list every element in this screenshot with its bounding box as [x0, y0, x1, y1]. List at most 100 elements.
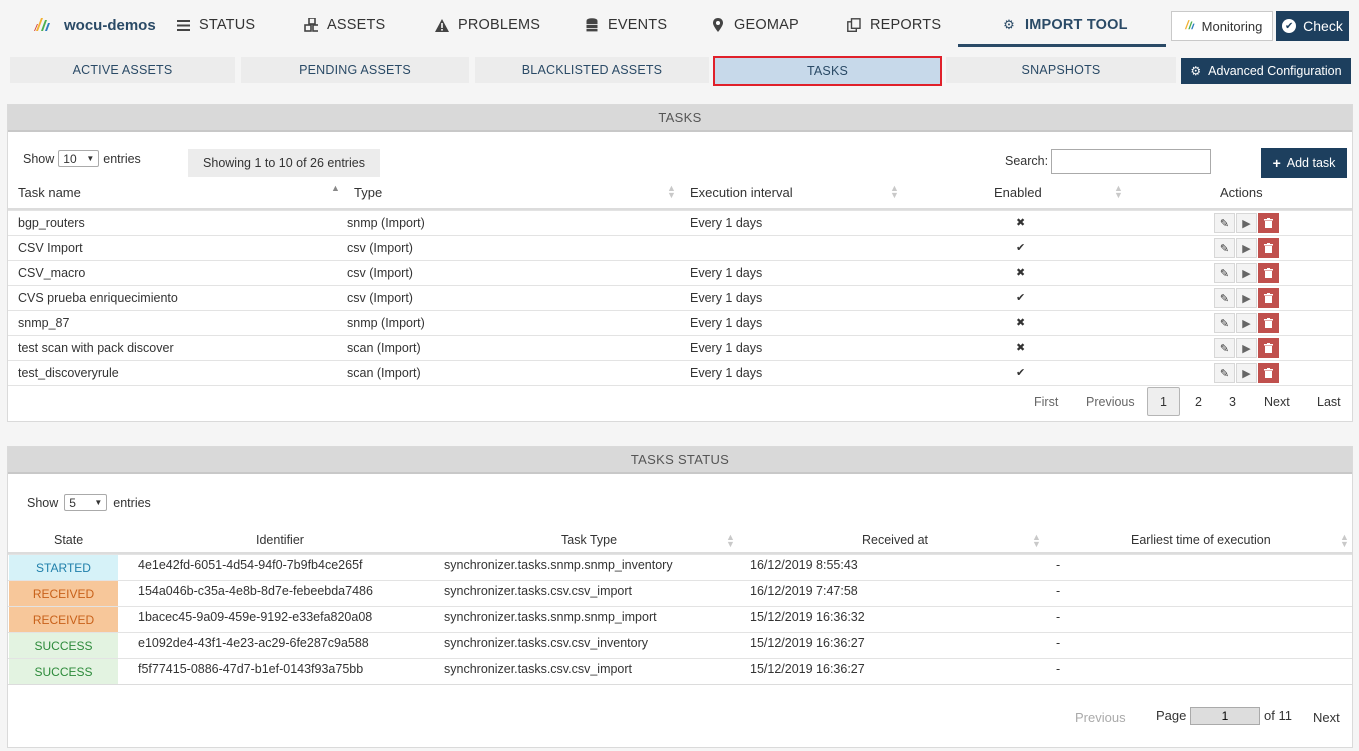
subtab-blacklisted-assets[interactable]: BLACKLISTED ASSETS: [475, 57, 709, 83]
task-identifier: f5f77415-0886-47d7-b1ef-0143f93a75bb: [138, 662, 364, 676]
tasks-panel: TASKS Show 10 ▼ entries Showing 1 to 10 o…: [7, 104, 1353, 422]
active-nav-indicator: [958, 44, 1166, 47]
trash-icon[interactable]: [1258, 288, 1279, 308]
play-icon[interactable]: ▶: [1236, 213, 1257, 233]
task-enabled-icon: ✖: [1016, 217, 1026, 229]
earliest-time: -: [1056, 584, 1061, 598]
task-type: synchronizer.tasks.csv.csv_inventory: [444, 636, 649, 650]
nav-geomap[interactable]: GEOMAP: [711, 14, 799, 36]
table-row: test scan with pack discover scan (Import…: [8, 335, 1352, 360]
wocu-logo-icon: [32, 15, 52, 35]
col-execution-interval[interactable]: Execution interval: [690, 185, 793, 200]
monitoring-logo-icon: [1182, 18, 1196, 35]
show-label: Show: [23, 151, 55, 166]
table-row: STARTED 4e1e42fd-6051-4d54-94f0-7b9fb4ce2…: [8, 554, 1352, 580]
play-icon[interactable]: ▶: [1236, 313, 1257, 333]
add-task-label: Add task: [1286, 156, 1336, 170]
status-entries-select[interactable]: 5 ▼: [64, 494, 108, 511]
nav-reports[interactable]: REPORTS: [847, 14, 941, 36]
edit-pencil-icon[interactable]: ✎: [1214, 288, 1235, 308]
page-count: of 11: [1264, 708, 1292, 723]
status-pagination-previous[interactable]: Previous: [1075, 710, 1126, 725]
pagination-last[interactable]: Last: [1317, 395, 1341, 409]
pagination-previous[interactable]: Previous: [1086, 395, 1135, 409]
edit-pencil-icon[interactable]: ✎: [1214, 263, 1235, 283]
nav-status-label: STATUS: [199, 17, 256, 33]
play-icon[interactable]: ▶: [1236, 363, 1257, 383]
table-bottom-divider: [8, 385, 1352, 386]
nav-assets-label: ASSETS: [327, 17, 386, 33]
received-at: 16/12/2019 7:47:58: [750, 584, 858, 598]
col-task-name[interactable]: Task name: [18, 185, 81, 200]
task-name: test scan with pack discover: [18, 341, 174, 355]
task-interval: Every 1 days: [690, 341, 763, 355]
status-pagination-next[interactable]: Next: [1313, 710, 1340, 725]
col-state[interactable]: State: [54, 533, 83, 547]
state-badge: SUCCESS: [9, 633, 118, 658]
sort-icon: ▲ ▼: [726, 532, 735, 549]
trash-icon[interactable]: [1258, 213, 1279, 233]
tasks-entries-value: 10: [63, 151, 77, 166]
col-enabled[interactable]: Enabled: [994, 185, 1042, 200]
monitoring-label: Monitoring: [1201, 18, 1263, 34]
subtab-pending-assets[interactable]: PENDING ASSETS: [241, 57, 469, 83]
earliest-time: -: [1056, 662, 1061, 676]
tasks-entries-select[interactable]: 10 ▼: [58, 150, 100, 167]
search-input[interactable]: [1051, 149, 1211, 174]
trash-icon[interactable]: [1258, 338, 1279, 358]
trash-icon[interactable]: [1258, 313, 1279, 333]
play-icon[interactable]: ▶: [1236, 263, 1257, 283]
col-earliest-time[interactable]: Earliest time of execution: [1131, 533, 1271, 547]
col-identifier[interactable]: Identifier: [256, 533, 304, 547]
gear-icon: ⚙: [1003, 17, 1015, 32]
add-task-button[interactable]: + Add task: [1261, 148, 1347, 178]
brand[interactable]: wocu-demos: [32, 12, 156, 38]
pagination-next[interactable]: Next: [1264, 395, 1290, 409]
edit-pencil-icon[interactable]: ✎: [1214, 363, 1235, 383]
edit-pencil-icon[interactable]: ✎: [1214, 213, 1235, 233]
task-interval: Every 1 days: [690, 291, 763, 305]
pagination-first[interactable]: First: [1034, 395, 1058, 409]
nav-assets[interactable]: ASSETS: [304, 14, 385, 36]
trash-icon[interactable]: [1258, 363, 1279, 383]
task-interval: Every 1 days: [690, 316, 763, 330]
pagination-page-1[interactable]: 1: [1147, 387, 1180, 416]
nav-status[interactable]: STATUS: [176, 14, 255, 36]
check-button[interactable]: ✔ Check: [1276, 11, 1349, 41]
check-circle-icon: ✔: [1282, 19, 1297, 33]
monitoring-button[interactable]: Monitoring: [1171, 11, 1273, 41]
edit-pencil-icon[interactable]: ✎: [1214, 238, 1235, 258]
tasks-length-control: Show 10 ▼ entries: [23, 150, 141, 167]
edit-pencil-icon[interactable]: ✎: [1214, 313, 1235, 333]
play-icon[interactable]: ▶: [1236, 238, 1257, 258]
play-icon[interactable]: ▶: [1236, 338, 1257, 358]
subtab-active-assets[interactable]: ACTIVE ASSETS: [10, 57, 235, 83]
state-badge: RECEIVED: [9, 607, 118, 632]
chevron-down-icon: ▼: [94, 498, 103, 507]
col-received-at[interactable]: Received at: [862, 533, 928, 547]
pagination-page-3[interactable]: 3: [1229, 395, 1236, 409]
advanced-configuration-button[interactable]: ⚙ Advanced Configuration: [1181, 58, 1351, 84]
nav-problems[interactable]: PROBLEMS: [435, 14, 540, 36]
col-actions: Actions: [1220, 185, 1263, 200]
task-enabled-icon: ✖: [1016, 267, 1026, 279]
subtab-snapshots[interactable]: SNAPSHOTS: [946, 57, 1176, 83]
subtab-tasks[interactable]: TASKS: [713, 56, 942, 86]
play-icon[interactable]: ▶: [1236, 288, 1257, 308]
tasks-status-panel-title: TASKS STATUS: [8, 447, 1352, 474]
database-icon: [585, 18, 599, 32]
chevron-down-icon: ▼: [86, 154, 95, 163]
edit-pencil-icon[interactable]: ✎: [1214, 338, 1235, 358]
nav-events[interactable]: EVENTS: [585, 14, 667, 36]
col-type[interactable]: Type: [354, 185, 382, 200]
trash-icon[interactable]: [1258, 238, 1279, 258]
table-row: SUCCESS e1092de4-43f1-4e23-ac29-6fe287c9a…: [8, 632, 1352, 658]
col-task-type[interactable]: Task Type: [561, 533, 617, 547]
trash-icon[interactable]: [1258, 263, 1279, 283]
map-marker-icon: [711, 18, 725, 32]
pagination-page-2[interactable]: 2: [1195, 395, 1202, 409]
state-badge: STARTED: [9, 555, 118, 580]
task-identifier: e1092de4-43f1-4e23-ac29-6fe287c9a588: [138, 636, 369, 650]
nav-import-tool[interactable]: ⚙ IMPORT TOOL: [1002, 14, 1128, 36]
page-number-input[interactable]: [1190, 707, 1260, 725]
